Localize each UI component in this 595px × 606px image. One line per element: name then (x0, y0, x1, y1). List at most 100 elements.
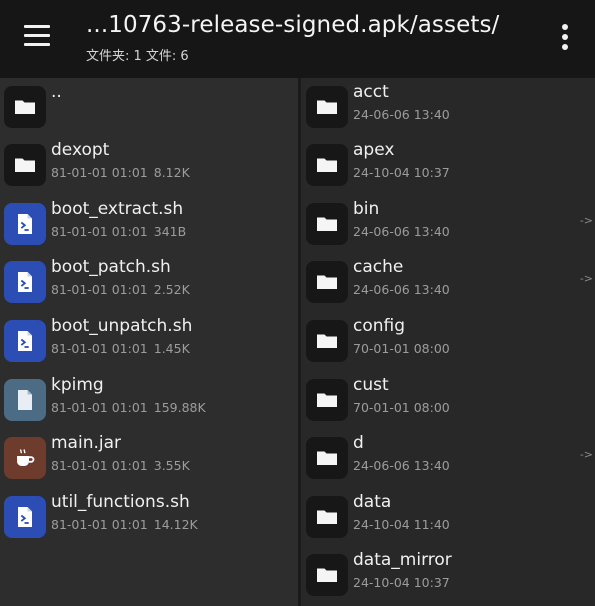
right-list-item[interactable]: cache 24-06-06 13:40 -> (301, 254, 595, 312)
item-size: 14.12K (153, 516, 198, 532)
left-list-item[interactable]: boot_unpatch.sh 81-01-01 01:01 1.45K (0, 313, 298, 371)
left-list-item[interactable]: main.jar 81-01-01 01:01 3.55K (0, 430, 298, 488)
item-meta (51, 107, 57, 122)
item-name: .. (51, 81, 62, 102)
script-icon (4, 319, 46, 362)
item-meta: 81-01-01 01:01 3.55K (51, 458, 190, 473)
symlink-arrow: -> (579, 448, 593, 462)
folder-icon (306, 202, 348, 245)
item-date: 70-01-01 08:00 (353, 340, 450, 356)
item-date: 24-06-06 13:40 (353, 458, 450, 474)
item-size: 8.12K (153, 165, 190, 181)
folder-file-count: 文件夹: 1 文件: 6 (86, 49, 189, 64)
right-list-item[interactable]: apex 24-10-04 10:37 (301, 137, 595, 195)
item-name: bin (353, 198, 380, 219)
item-name: config (353, 315, 406, 336)
item-date: 81-01-01 01:01 (51, 399, 148, 415)
folder-icon (306, 378, 348, 421)
right-list-item[interactable]: data 24-10-04 11:40 (301, 489, 595, 547)
item-meta: 24-10-04 10:37 (353, 165, 450, 180)
script-icon (4, 495, 46, 538)
symlink-arrow: -> (579, 272, 593, 286)
item-date: 24-10-04 11:40 (353, 516, 450, 532)
item-meta: 81-01-01 01:01 14.12K (51, 517, 198, 532)
item-date: 81-01-01 01:01 (51, 516, 148, 532)
item-date: 81-01-01 01:01 (51, 340, 148, 356)
item-meta: 24-10-04 11:40 (353, 517, 450, 532)
item-meta: 24-06-06 13:40 (353, 282, 450, 297)
item-size: 2.52K (153, 282, 190, 298)
left-list-item[interactable]: boot_extract.sh 81-01-01 01:01 341B (0, 196, 298, 254)
left-file-pane[interactable]: .. dexopt 81-01-01 01:01 8.12K boot_extract.… (0, 78, 298, 606)
item-name: boot_unpatch.sh (51, 315, 193, 336)
item-name: util_functions.sh (51, 491, 190, 512)
item-meta: 81-01-01 01:01 2.52K (51, 282, 190, 297)
item-date: 81-01-01 01:01 (51, 165, 148, 181)
item-date: 70-01-01 08:00 (353, 399, 450, 415)
item-date: 24-06-06 13:40 (353, 106, 450, 122)
hamburger-menu-icon[interactable] (22, 22, 54, 50)
item-meta: 81-01-01 01:01 341B (51, 224, 186, 239)
item-date: 81-01-01 01:01 (51, 282, 148, 298)
left-list-item[interactable]: boot_patch.sh 81-01-01 01:01 2.52K (0, 254, 298, 312)
folder-icon (306, 437, 348, 480)
item-name: d (353, 433, 364, 454)
item-date: 81-01-01 01:01 (51, 223, 148, 239)
right-list-item[interactable]: acct 24-06-06 13:40 (301, 79, 595, 137)
folder-icon (306, 495, 348, 538)
folder-icon (306, 144, 348, 187)
symlink-arrow: -> (579, 213, 593, 227)
folder-icon (4, 85, 46, 128)
item-name: data_mirror (353, 550, 452, 571)
item-name: apex (353, 140, 395, 161)
item-meta: 81-01-01 01:01 1.45K (51, 341, 190, 356)
right-file-pane[interactable]: acct 24-06-06 13:40 apex 24-10-04 10:37 bin 2… (301, 78, 595, 606)
item-name: main.jar (51, 433, 122, 454)
item-size: 341B (153, 223, 187, 239)
right-list-item[interactable]: data_mirror 24-10-04 10:37 (301, 547, 595, 605)
more-vert-icon[interactable] (555, 22, 575, 52)
item-name: data (353, 491, 392, 512)
folder-icon (306, 554, 348, 597)
item-name: boot_patch.sh (51, 257, 171, 278)
item-meta: 24-06-06 13:40 (353, 224, 450, 239)
item-name: cache (353, 257, 404, 278)
item-meta: 70-01-01 08:00 (353, 400, 450, 415)
item-meta: 81-01-01 01:01 8.12K (51, 165, 190, 180)
coffee-cup-icon (4, 437, 46, 480)
right-list-item[interactable]: d 24-06-06 13:40 -> (301, 430, 595, 488)
item-date: 24-10-04 10:37 (353, 575, 450, 591)
item-date: 81-01-01 01:01 (51, 458, 148, 474)
left-list-item[interactable]: kpimg 81-01-01 01:01 159.88K (0, 372, 298, 430)
item-size: 159.88K (153, 399, 206, 415)
item-name: boot_extract.sh (51, 198, 184, 219)
item-name: kpimg (51, 374, 104, 395)
right-list-item[interactable]: config 70-01-01 08:00 (301, 313, 595, 371)
item-meta: 24-06-06 13:40 (353, 458, 450, 473)
item-meta: 24-06-06 13:40 (353, 107, 450, 122)
item-name: acct (353, 81, 389, 102)
right-list-item[interactable]: cust 70-01-01 08:00 (301, 372, 595, 430)
path-title: ...10763-release-signed.apk/assets/ (86, 12, 500, 38)
script-icon (4, 261, 46, 304)
script-icon (4, 202, 46, 245)
left-list-item[interactable]: util_functions.sh 81-01-01 01:01 14.12K (0, 489, 298, 547)
left-list-item[interactable]: dexopt 81-01-01 01:01 8.12K (0, 137, 298, 195)
toolbar: ...10763-release-signed.apk/assets/ 文件夹:… (0, 0, 595, 78)
folder-icon (4, 144, 46, 187)
left-list-item[interactable]: .. (0, 79, 298, 137)
item-meta: 24-10-04 10:37 (353, 575, 450, 590)
folder-icon (306, 319, 348, 362)
item-name: dexopt (51, 140, 110, 161)
item-meta: 70-01-01 08:00 (353, 341, 450, 356)
item-date: 24-10-04 10:37 (353, 165, 450, 181)
item-meta: 81-01-01 01:01 159.88K (51, 400, 206, 415)
right-list-item[interactable]: bin 24-06-06 13:40 -> (301, 196, 595, 254)
item-size: 1.45K (153, 340, 190, 356)
item-name: cust (353, 374, 389, 395)
folder-icon (306, 85, 348, 128)
item-size: 3.55K (153, 458, 190, 474)
item-date: 24-06-06 13:40 (353, 223, 450, 239)
file-icon (4, 378, 46, 421)
folder-icon (306, 261, 348, 304)
